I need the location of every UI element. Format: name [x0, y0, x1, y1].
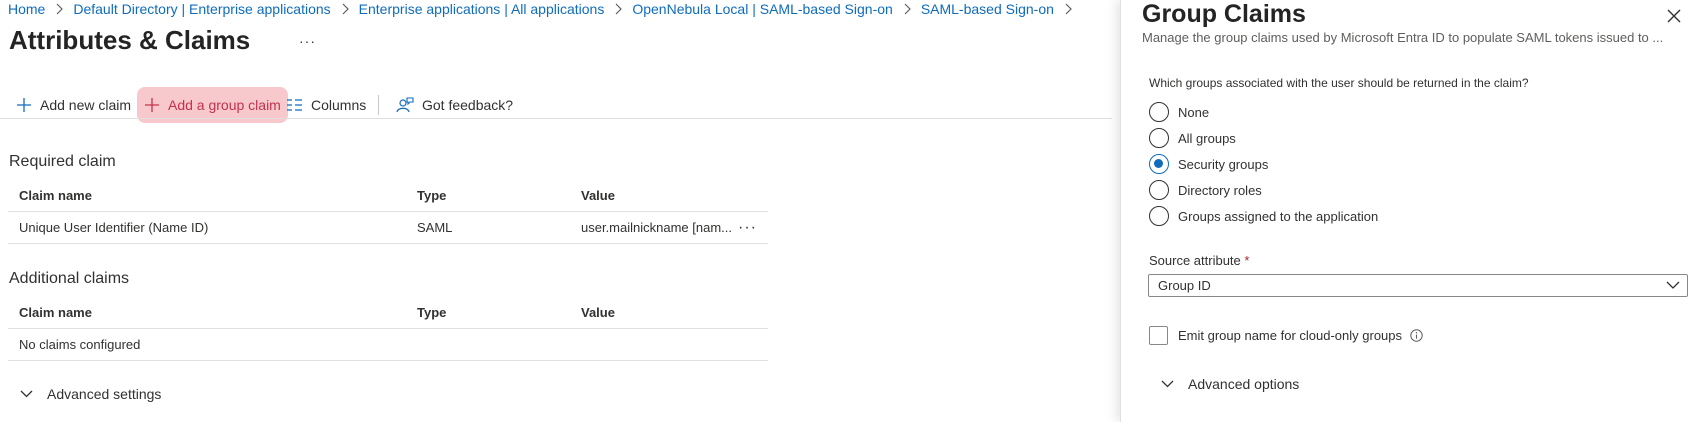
plus-icon [17, 98, 31, 112]
column-header-claim-name: Claim name [19, 187, 92, 203]
table-header: Claim name Type Value [8, 296, 768, 329]
column-header-value: Value [581, 304, 615, 320]
group-claims-panel: Group Claims Manage the group claims use… [1120, 0, 1699, 422]
panel-subtitle: Manage the group claims used by Microsof… [1142, 30, 1664, 45]
required-claim-table: Claim name Type Value Unique User Identi… [8, 179, 768, 244]
groups-question-label: Which groups associated with the user sh… [1149, 76, 1529, 90]
columns-icon [287, 99, 302, 111]
info-icon[interactable] [1410, 329, 1423, 342]
empty-state-text: No claims configured [19, 337, 141, 352]
main-content: Home Default Directory | Enterprise appl… [0, 0, 1120, 422]
chevron-down-icon [20, 390, 33, 398]
additional-claims-heading: Additional claims [9, 270, 130, 287]
radio-label: None [1178, 104, 1210, 120]
panel-title: Group Claims [1142, 0, 1306, 28]
column-header-claim-name: Claim name [19, 304, 92, 320]
row-more-button[interactable]: ··· [738, 219, 757, 237]
command-bar: Add new claim Add a group claim Columns … [8, 87, 1120, 123]
source-attribute-text: Source attribute [1149, 253, 1241, 268]
advanced-options-label: Advanced options [1188, 376, 1300, 392]
plus-icon [145, 98, 159, 112]
chevron-right-icon [904, 3, 911, 15]
toolbar-divider [378, 95, 379, 115]
radio-label: Security groups [1178, 156, 1269, 172]
chevron-right-icon [1065, 3, 1072, 15]
required-claim-heading: Required claim [9, 153, 116, 170]
radio-label: All groups [1178, 130, 1236, 146]
close-icon[interactable] [1664, 6, 1684, 26]
radio-circle [1149, 180, 1169, 200]
breadcrumb-home[interactable]: Home [8, 1, 45, 17]
column-header-value: Value [581, 187, 615, 203]
toolbar-divider-line [0, 118, 1112, 119]
radio-label: Directory roles [1178, 182, 1262, 198]
emit-group-name-checkbox[interactable] [1149, 326, 1168, 345]
feedback-person-icon [396, 97, 414, 113]
advanced-settings-toggle[interactable]: Advanced settings [20, 386, 161, 402]
page-title: Attributes & Claims [9, 25, 251, 55]
table-row-empty: No claims configured [8, 329, 768, 361]
got-feedback-label: Got feedback? [422, 97, 514, 113]
radio-groups-assigned[interactable]: Groups assigned to the application [1149, 203, 1378, 229]
radio-all-groups[interactable]: All groups [1149, 125, 1378, 151]
advanced-options-toggle[interactable]: Advanced options [1161, 376, 1299, 392]
emit-group-name-checkbox-row[interactable]: Emit group name for cloud-only groups [1149, 326, 1423, 345]
radio-security-groups[interactable]: Security groups [1149, 151, 1378, 177]
breadcrumb-all-applications[interactable]: Enterprise applications | All applicatio… [359, 1, 605, 17]
required-asterisk: * [1244, 253, 1250, 268]
source-attribute-label: Source attribute * [1149, 253, 1249, 268]
radio-circle [1149, 102, 1169, 122]
add-new-claim-label: Add new claim [40, 97, 132, 113]
chevron-right-icon [615, 3, 623, 15]
add-group-claim-label: Add a group claim [168, 97, 281, 113]
claim-value-cell: user.mailnickname [nam... [581, 220, 733, 235]
columns-label: Columns [311, 97, 367, 113]
chevron-down-icon [1666, 281, 1680, 289]
radio-circle-selected [1149, 154, 1169, 174]
radio-circle [1149, 128, 1169, 148]
radio-none[interactable]: None [1149, 99, 1378, 125]
breadcrumb: Home Default Directory | Enterprise appl… [8, 1, 1082, 17]
radio-directory-roles[interactable]: Directory roles [1149, 177, 1378, 203]
table-row[interactable]: Unique User Identifier (Name ID) SAML us… [8, 212, 768, 244]
chevron-down-icon [1161, 380, 1174, 388]
advanced-settings-label: Advanced settings [47, 386, 162, 402]
claim-type-cell: SAML [417, 220, 453, 235]
dropdown-selected-value: Group ID [1158, 278, 1211, 293]
table-header: Claim name Type Value [8, 179, 768, 212]
column-header-type: Type [417, 187, 447, 203]
radio-label: Groups assigned to the application [1178, 208, 1379, 224]
additional-claims-table: Claim name Type Value No claims configur… [8, 296, 768, 361]
column-header-type: Type [417, 304, 447, 320]
breadcrumb-enterprise-applications[interactable]: Default Directory | Enterprise applicati… [73, 1, 330, 17]
radio-circle [1149, 206, 1169, 226]
claim-name-cell: Unique User Identifier (Name ID) [19, 220, 209, 235]
emit-group-name-label: Emit group name for cloud-only groups [1178, 328, 1403, 343]
page-more-button[interactable]: ··· [299, 33, 316, 49]
breadcrumb-saml-sign-on[interactable]: SAML-based Sign-on [921, 1, 1054, 17]
breadcrumb-opennebula-saml[interactable]: OpenNebula Local | SAML-based Sign-on [632, 1, 892, 17]
source-attribute-dropdown[interactable]: Group ID [1148, 274, 1688, 297]
groups-radio-group: None All groups Security groups Director… [1149, 99, 1378, 229]
chevron-right-icon [342, 3, 349, 15]
chevron-right-icon [56, 3, 64, 15]
